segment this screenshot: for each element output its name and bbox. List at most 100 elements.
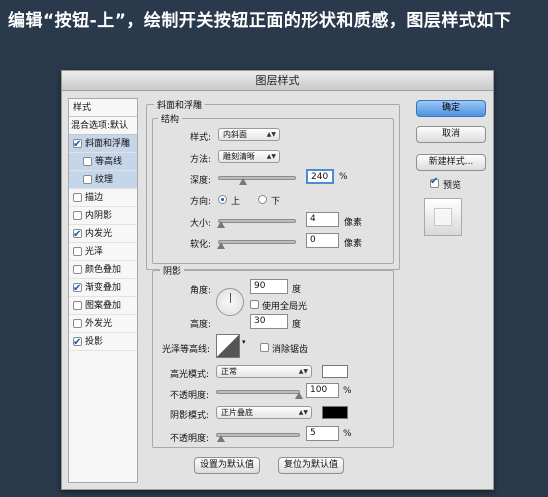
chevron-down-icon[interactable]: ▾ <box>242 338 246 346</box>
style-item-label: 渐变叠加 <box>85 282 122 293</box>
style-checkbox[interactable] <box>73 265 82 274</box>
style-checkbox[interactable] <box>73 334 82 352</box>
angle-dial[interactable] <box>216 288 244 316</box>
shadow-opacity-thumb[interactable] <box>217 435 225 442</box>
style-checkbox[interactable] <box>73 247 82 256</box>
depth-slider[interactable] <box>218 176 296 185</box>
depth-unit: % <box>339 172 348 182</box>
direction-label: 方向: <box>190 197 212 207</box>
direction-down-label: 下 <box>271 197 281 207</box>
shading-group <box>152 270 394 448</box>
highlight-mode-value: 正常 <box>221 367 237 376</box>
highlight-opacity-thumb[interactable] <box>295 392 303 399</box>
cancel-button[interactable]: 取消 <box>416 126 486 143</box>
depth-label: 深度: <box>190 176 212 186</box>
style-item-label: 纹理 <box>95 174 114 185</box>
chevron-updown-icon: ▲▼ <box>298 409 308 416</box>
highlight-mode-select[interactable]: 正常 ▲▼ <box>216 365 312 378</box>
preview-label: 预览 <box>443 181 462 191</box>
style-item-label: 等高线 <box>95 156 123 167</box>
style-checkbox[interactable] <box>73 280 82 298</box>
style-item[interactable]: 内阴影 <box>69 207 137 225</box>
style-label: 样式: <box>190 133 212 143</box>
soften-slider-thumb[interactable] <box>217 242 225 249</box>
angle-label: 角度: <box>190 286 212 296</box>
style-item[interactable]: 颜色叠加 <box>69 261 137 279</box>
global-light-label: 使用全局光 <box>262 302 308 312</box>
highlight-mode-label: 高光模式: <box>170 370 210 380</box>
styles-header[interactable]: 样式 <box>69 99 137 117</box>
style-checkbox[interactable] <box>73 211 82 220</box>
shadow-opacity-input[interactable]: 5 <box>306 426 339 441</box>
highlight-opacity-input[interactable]: 100 <box>306 383 339 398</box>
style-item[interactable]: 外发光 <box>69 315 137 333</box>
direction-up-label: 上 <box>231 197 241 207</box>
new-style-button[interactable]: 新建样式... <box>416 154 486 171</box>
altitude-label: 高度: <box>190 320 212 330</box>
shadow-mode-label: 阴影模式: <box>170 411 210 421</box>
style-item[interactable]: 投影 <box>69 333 137 352</box>
style-checkbox[interactable] <box>73 193 82 202</box>
highlight-opacity-slider[interactable] <box>216 390 303 399</box>
style-checkbox[interactable] <box>73 226 82 244</box>
size-slider-thumb[interactable] <box>217 221 225 228</box>
technique-select[interactable]: 雕刻清晰 ▲▼ <box>218 150 280 163</box>
highlight-opacity-label: 不透明度: <box>170 391 210 401</box>
style-item-label: 外发光 <box>85 318 113 329</box>
blending-options-item[interactable]: 混合选项:默认 <box>69 117 137 135</box>
style-item[interactable]: 等高线 <box>69 153 137 171</box>
depth-slider-thumb[interactable] <box>239 178 247 185</box>
style-item[interactable]: 斜面和浮雕 <box>69 135 137 154</box>
chevron-updown-icon: ▲▼ <box>266 153 276 160</box>
style-item-label: 斜面和浮雕 <box>85 138 131 149</box>
size-input[interactable]: 4 <box>306 212 339 227</box>
shadow-opacity-slider[interactable] <box>216 433 300 442</box>
direction-down-radio[interactable] <box>258 195 267 204</box>
preview-checkbox[interactable] <box>430 176 439 188</box>
anti-aliased-checkbox[interactable] <box>260 343 269 352</box>
reset-default-button[interactable]: 复位为默认值 <box>278 457 344 474</box>
style-item[interactable]: 光泽 <box>69 243 137 261</box>
shadow-opacity-unit: % <box>343 429 352 439</box>
shadow-opacity-label: 不透明度: <box>170 434 210 444</box>
style-item-label: 内阴影 <box>85 210 113 221</box>
style-item[interactable]: 图案叠加 <box>69 297 137 315</box>
style-item[interactable]: 描边 <box>69 189 137 207</box>
style-checkbox[interactable] <box>83 157 92 166</box>
style-checkbox[interactable] <box>73 319 82 328</box>
gloss-contour-label: 光泽等高线: <box>162 345 211 355</box>
style-checkbox[interactable] <box>73 136 82 154</box>
make-default-button[interactable]: 设置为默认值 <box>194 457 260 474</box>
style-item[interactable]: 渐变叠加 <box>69 279 137 298</box>
global-light-checkbox[interactable] <box>250 300 259 309</box>
style-checkbox[interactable] <box>73 301 82 310</box>
angle-input[interactable]: 90 <box>250 279 288 294</box>
style-item[interactable]: 内发光 <box>69 225 137 244</box>
direction-up-radio[interactable] <box>218 195 227 204</box>
style-item-label: 光泽 <box>85 246 104 257</box>
style-item-label: 内发光 <box>85 228 113 239</box>
shading-title: 阴影 <box>160 264 185 277</box>
shadow-color-swatch[interactable] <box>322 406 348 419</box>
depth-input[interactable]: 240 <box>306 169 334 184</box>
anti-aliased-label: 消除锯齿 <box>272 345 309 355</box>
angle-unit: 度 <box>292 285 302 295</box>
bevel-emboss-settings: 斜面和浮雕 结构 样式: 内斜面 ▲▼ 方法: 雕刻清晰 ▲▼ 深度: 240 … <box>146 98 400 484</box>
shadow-mode-select[interactable]: 正片叠底 ▲▼ <box>216 406 312 419</box>
preview-button-shape <box>434 208 452 226</box>
bevel-style-select[interactable]: 内斜面 ▲▼ <box>218 128 280 141</box>
ok-button[interactable]: 确定 <box>416 100 486 117</box>
size-label: 大小: <box>190 219 212 229</box>
style-item-label: 图案叠加 <box>85 300 122 311</box>
highlight-color-swatch[interactable] <box>322 365 348 378</box>
bevel-style-value: 内斜面 <box>223 130 247 139</box>
style-checkbox[interactable] <box>83 175 92 184</box>
soften-slider[interactable] <box>217 240 296 249</box>
size-slider[interactable] <box>217 219 296 228</box>
preview-thumbnail <box>424 198 462 236</box>
style-item[interactable]: 纹理 <box>69 171 137 189</box>
tutorial-caption: 编辑“按钮-上”，绘制开关按钮正面的形状和质感，图层样式如下 <box>8 11 512 31</box>
soften-input[interactable]: 0 <box>306 233 339 248</box>
altitude-input[interactable]: 30 <box>250 314 288 329</box>
gloss-contour-picker[interactable] <box>216 334 240 358</box>
